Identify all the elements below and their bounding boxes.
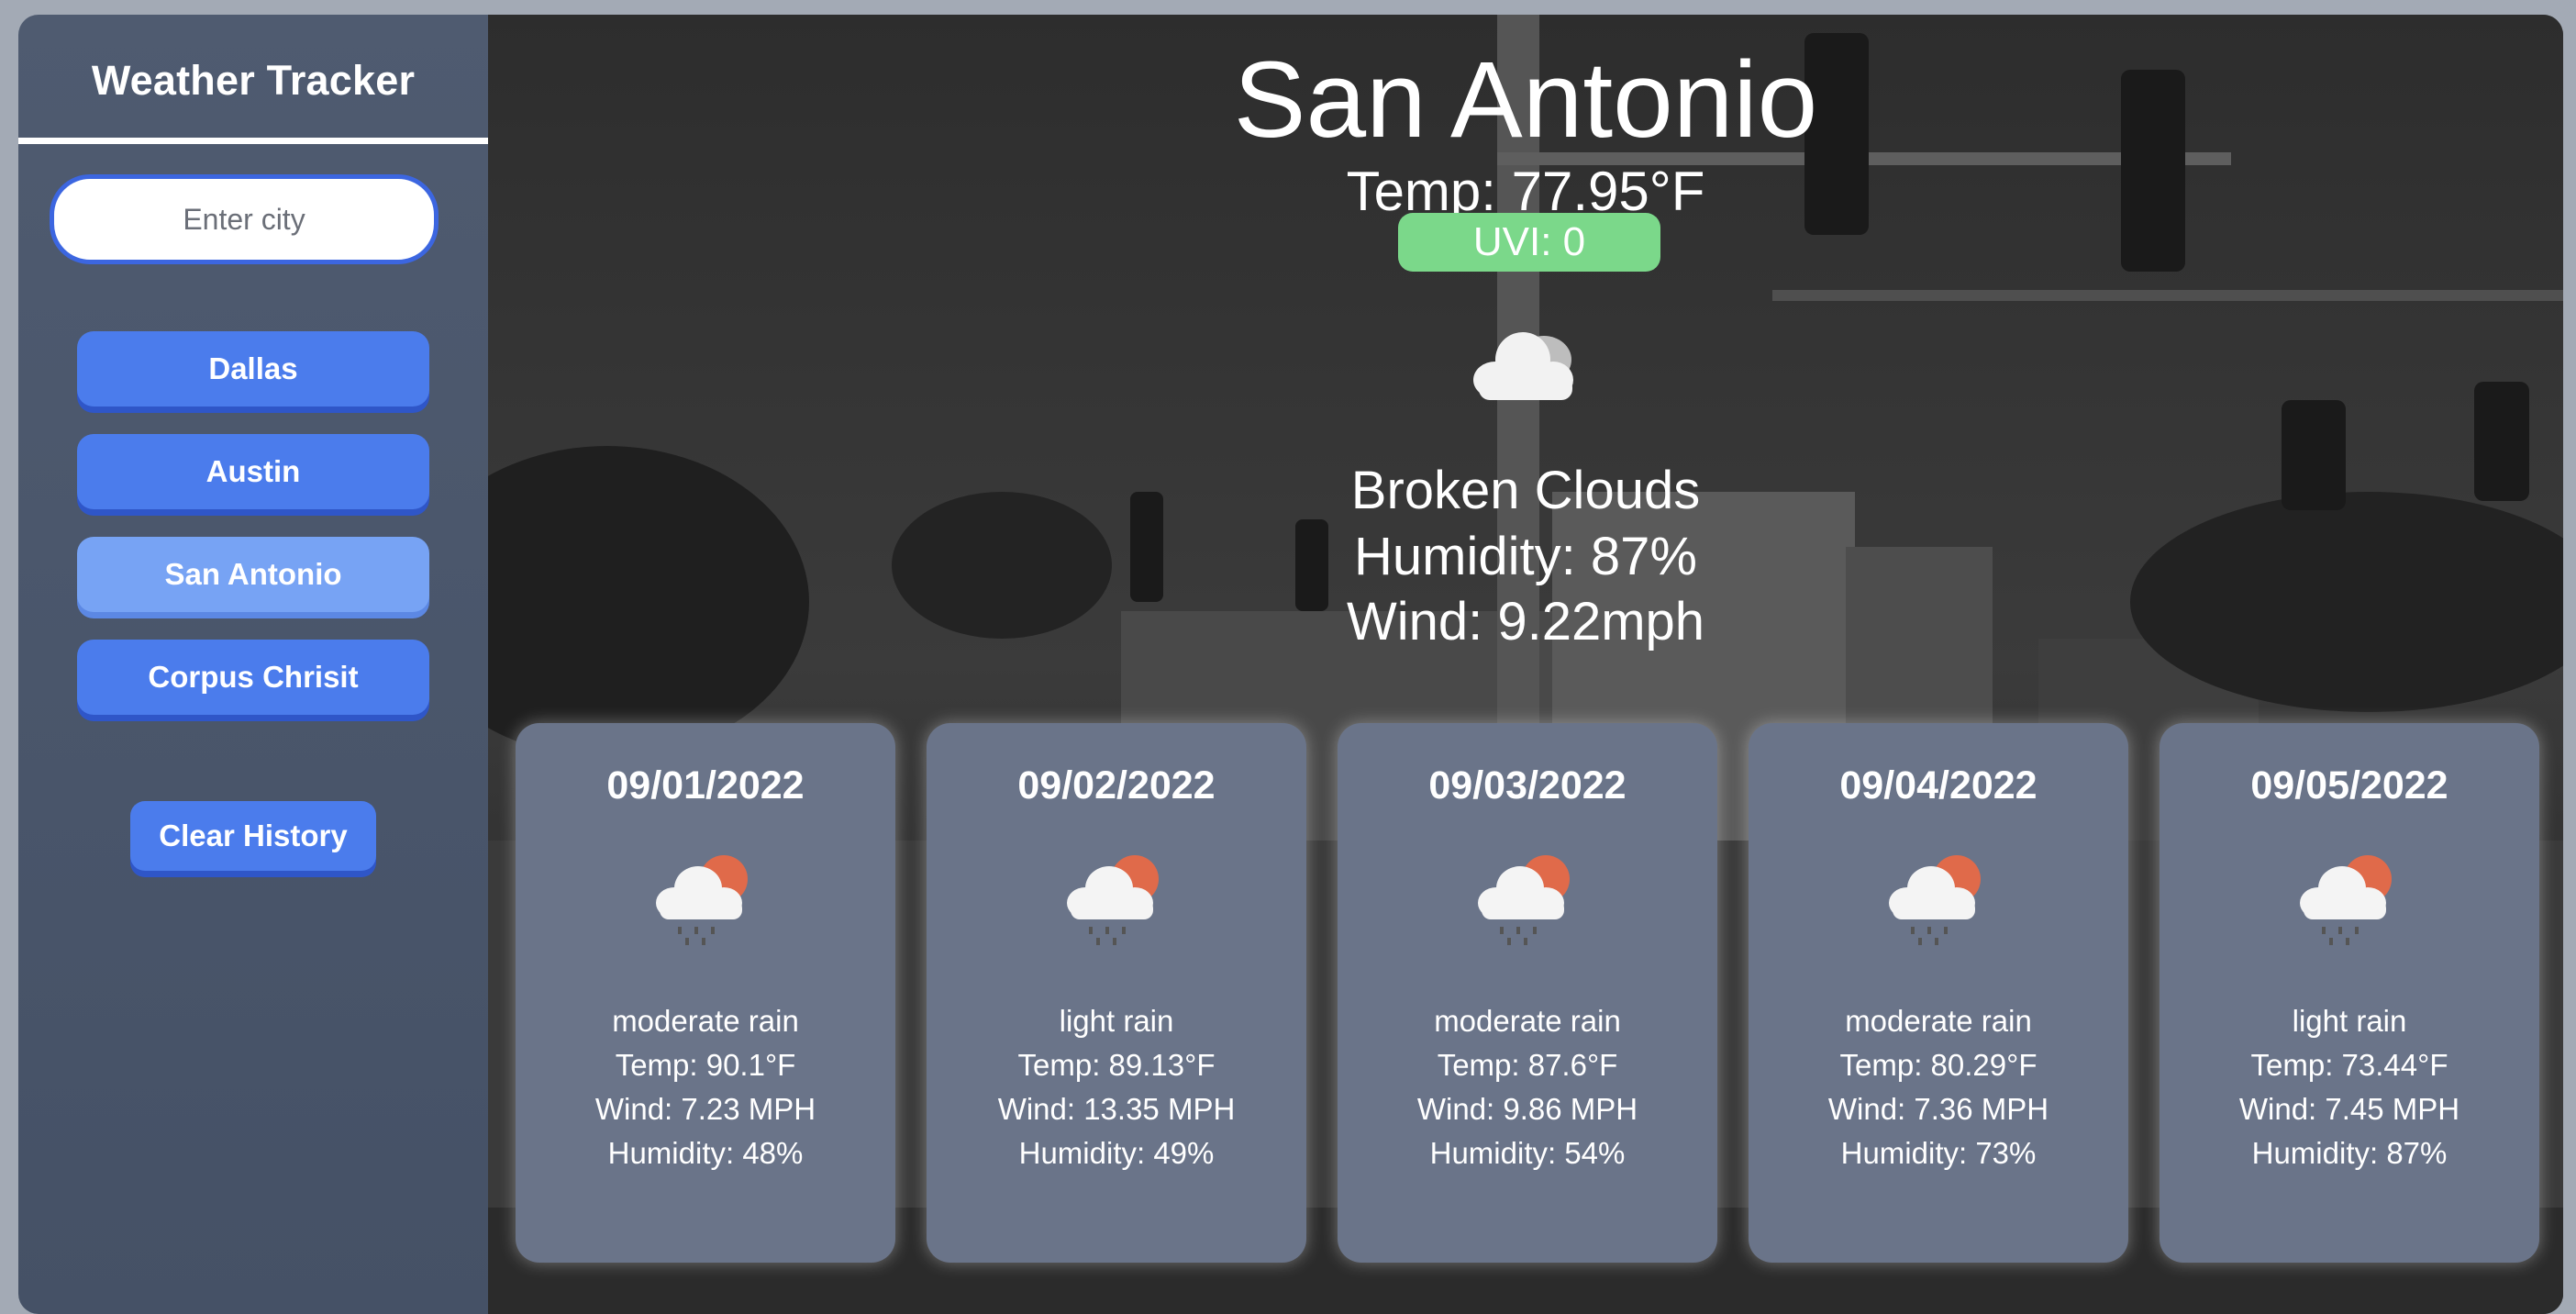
- city-search-input[interactable]: [50, 174, 439, 264]
- history-button-dallas[interactable]: Dallas: [77, 331, 429, 406]
- clear-history-button[interactable]: Clear History: [130, 801, 376, 871]
- forecast-card: 09/02/2022 light rain Temp: 89.13°F Wind…: [927, 723, 1306, 1263]
- current-wind: Wind: 9.22mph: [1346, 592, 1705, 651]
- forecast-description: light rain: [2292, 1004, 2407, 1038]
- forecast-date: 09/03/2022: [1428, 763, 1627, 807]
- title-divider: [18, 138, 488, 144]
- history-button-san-antonio[interactable]: San Antonio: [77, 537, 429, 612]
- forecast-humidity: Humidity: 49%: [1018, 1136, 1215, 1170]
- forecast-description: moderate rain: [612, 1004, 799, 1038]
- forecast-temp: Temp: 80.29°F: [1839, 1048, 2037, 1082]
- broken-clouds-icon: [1473, 332, 1573, 400]
- forecast-card: 09/01/2022 moderate rain Temp: 90.1°F Wi…: [516, 723, 895, 1263]
- current-city-name: San Antonio: [1233, 39, 1818, 161]
- forecast-wind: Wind: 7.23 MPH: [594, 1092, 816, 1126]
- forecast-card: 09/05/2022 light rain Temp: 73.44°F Wind…: [2160, 723, 2539, 1263]
- forecast-temp: Temp: 73.44°F: [2250, 1048, 2448, 1082]
- forecast-wind: Wind: 7.36 MPH: [1827, 1092, 2049, 1126]
- current-humidity: Humidity: 87%: [1354, 527, 1697, 586]
- forecast-temp: Temp: 90.1°F: [615, 1048, 796, 1082]
- sidebar: Weather Tracker Dallas Austin San Antoni…: [18, 15, 488, 1314]
- forecast-humidity: Humidity: 54%: [1429, 1136, 1626, 1170]
- rain-sun-cloud-icon: [1067, 855, 1159, 945]
- rain-sun-cloud-icon: [656, 855, 748, 945]
- forecast-date: 09/02/2022: [1017, 763, 1216, 807]
- forecast-date: 09/01/2022: [606, 763, 805, 807]
- forecast-humidity: Humidity: 48%: [607, 1136, 804, 1170]
- forecast-wind: Wind: 7.45 MPH: [2238, 1092, 2460, 1126]
- history-button-austin[interactable]: Austin: [77, 434, 429, 509]
- forecast-humidity: Humidity: 87%: [2251, 1136, 2448, 1170]
- forecast-temp: Temp: 89.13°F: [1017, 1048, 1216, 1082]
- forecast-description: moderate rain: [1845, 1004, 2032, 1038]
- uvi-badge: UVI: 0: [1398, 213, 1660, 272]
- forecast-wind: Wind: 13.35 MPH: [997, 1092, 1236, 1126]
- rain-sun-cloud-icon: [2300, 855, 2392, 945]
- forecast-date: 09/05/2022: [2250, 763, 2448, 807]
- rain-sun-cloud-icon: [1889, 855, 1981, 945]
- app-title: Weather Tracker: [91, 57, 416, 104]
- forecast-description: light rain: [1059, 1004, 1174, 1038]
- forecast-humidity: Humidity: 73%: [1840, 1136, 2037, 1170]
- forecast-date: 09/04/2022: [1839, 763, 2037, 807]
- forecast-card: 09/04/2022 moderate rain Temp: 80.29°F W…: [1749, 723, 2128, 1263]
- rain-sun-cloud-icon: [1478, 855, 1570, 945]
- current-description: Broken Clouds: [1350, 461, 1701, 520]
- weather-main-panel: San Antonio Temp: 77.95°F UVI: 0 Broken …: [488, 15, 2563, 1314]
- forecast-card: 09/03/2022 moderate rain Temp: 87.6°F Wi…: [1338, 723, 1717, 1263]
- history-button-corpus-chrisit[interactable]: Corpus Chrisit: [77, 640, 429, 715]
- forecast-temp: Temp: 87.6°F: [1437, 1048, 1618, 1082]
- forecast-description: moderate rain: [1434, 1004, 1621, 1038]
- forecast-wind: Wind: 9.86 MPH: [1416, 1092, 1638, 1126]
